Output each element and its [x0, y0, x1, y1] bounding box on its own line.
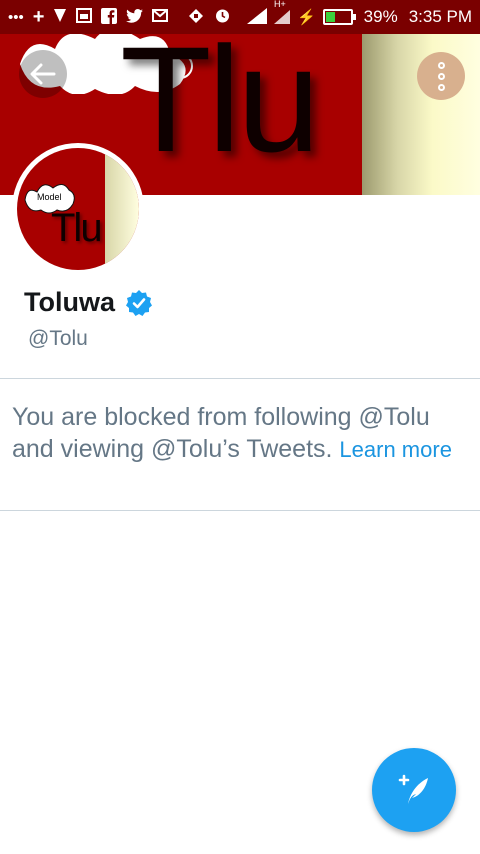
shield-icon	[53, 8, 67, 26]
avatar[interactable]: Model Tlu	[12, 143, 144, 275]
profile-handle: @Tolu	[28, 327, 88, 350]
avatar-text: Tlu	[51, 206, 103, 250]
avatar-image: Model Tlu	[17, 148, 139, 270]
blocked-message: You are blocked from following @Tolu and…	[12, 402, 472, 465]
more-options-button[interactable]	[417, 52, 465, 100]
avatar-label: Model	[37, 192, 62, 202]
network-type: H+	[273, 0, 286, 9]
more-dot	[437, 83, 445, 91]
divider	[0, 378, 480, 379]
more-vertical-icon	[437, 61, 445, 69]
banner-text: Tlu	[120, 34, 320, 183]
back-button[interactable]	[19, 50, 67, 98]
facebook-icon	[101, 7, 118, 27]
mobile-data-icon: H+	[273, 0, 290, 27]
more-dot	[437, 72, 445, 80]
battery-icon	[322, 9, 356, 25]
charging-icon: ⚡	[296, 8, 316, 26]
profile-name: Toluwa	[24, 287, 115, 317]
status-bar: ••• + H+ ⚡ 39% 3:35 PM	[0, 0, 480, 34]
learn-more-link[interactable]: Learn more	[339, 437, 452, 462]
avatar-pale-strip	[105, 148, 139, 270]
twitter-icon	[126, 8, 144, 26]
compose-tweet-icon	[398, 774, 428, 804]
status-time: 3:35 PM	[408, 7, 472, 26]
signal-icon	[246, 7, 267, 27]
more-icon: •••	[8, 8, 24, 26]
plus-icon: +	[32, 6, 45, 28]
alarm-icon	[214, 7, 231, 27]
banner-pale-strip	[362, 34, 480, 195]
gmail-icon	[152, 9, 169, 25]
photo-icon	[76, 8, 93, 26]
verified-badge-icon	[126, 289, 152, 316]
compose-tweet-button[interactable]	[372, 748, 456, 832]
arrow-left-icon	[30, 63, 56, 85]
tag-icon	[187, 8, 205, 27]
divider	[0, 510, 480, 511]
profile-name-row: Toluwa	[24, 287, 153, 318]
battery-percent: 39%	[363, 7, 398, 26]
